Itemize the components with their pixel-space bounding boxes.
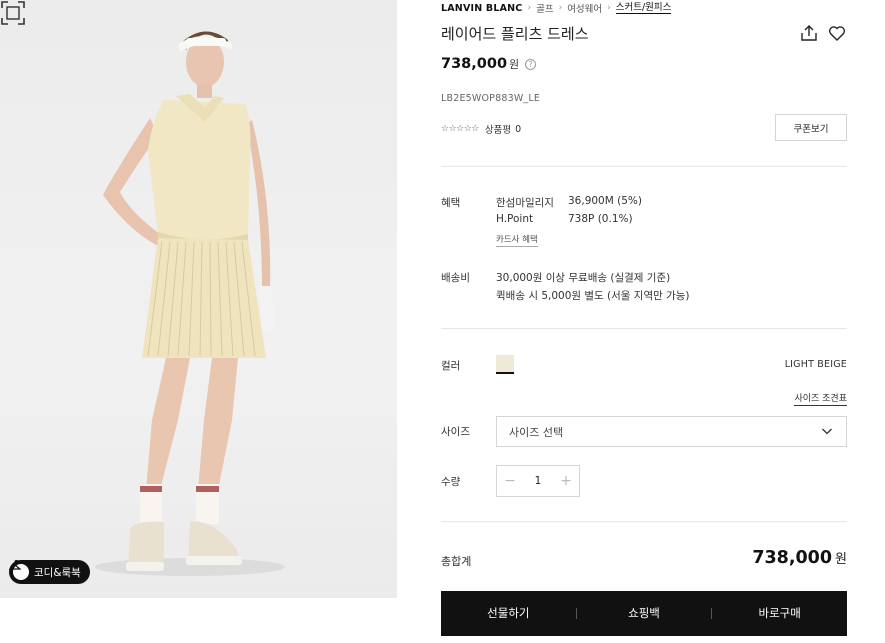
product-code: LB2E5WOP883W_LE xyxy=(441,93,541,104)
price-value: 738,000 xyxy=(441,56,508,72)
buy-now-button[interactable]: 바로구매 xyxy=(712,591,847,636)
card-benefit-link[interactable]: 카드사 혜택 xyxy=(496,235,538,247)
shipping-label: 배송비 xyxy=(441,272,470,284)
quantity-value[interactable]: 1 xyxy=(523,475,553,487)
product-image: 코디&룩북 xyxy=(0,0,397,598)
total-price: 738,000 원 xyxy=(752,548,847,568)
divider xyxy=(441,166,847,167)
quantity-decrease-button[interactable]: − xyxy=(497,466,523,496)
quantity-label: 수량 xyxy=(441,476,461,488)
size-label: 사이즈 xyxy=(441,426,470,438)
benefit-hpoint-name: H.Point xyxy=(496,213,534,225)
shipping-free-text: 30,000원 이상 무료배송 (실결제 기준) xyxy=(496,272,671,284)
color-name: LIGHT BEIGE xyxy=(784,359,847,370)
heart-icon[interactable] xyxy=(828,25,846,42)
total-label: 총합계 xyxy=(441,555,472,568)
model-illustration xyxy=(95,31,285,576)
breadcrumb-skirt-dress[interactable]: 스커트/원피스 xyxy=(615,2,672,14)
product-rating: ☆☆☆☆☆ 상품평 0 xyxy=(441,122,521,137)
chevron-right-icon: › xyxy=(607,3,611,13)
benefits-label: 혜택 xyxy=(441,197,461,209)
color-swatch-light-beige[interactable] xyxy=(496,355,514,374)
size-select-placeholder: 사이즈 선택 xyxy=(509,425,564,439)
purchase-action-bar: 선물하기 쇼핑백 바로구매 xyxy=(441,591,847,636)
share-icon[interactable] xyxy=(800,24,818,42)
breadcrumb-golf[interactable]: 골프 xyxy=(536,1,553,15)
benefit-mileage-name: 한섬마일리지 xyxy=(496,197,554,209)
benefit-hpoint-value: 738P (0.1%) xyxy=(568,213,633,225)
total-unit: 원 xyxy=(835,552,847,567)
chevron-right-icon: › xyxy=(527,3,532,13)
benefit-mileage-value: 36,900M (5%) xyxy=(568,195,642,207)
gift-button[interactable]: 선물하기 xyxy=(441,591,576,636)
breadcrumb: LANVIN BLANC › 골프 › 여성웨어 › 스커트/원피스 xyxy=(441,1,672,15)
size-select[interactable]: 사이즈 선택 xyxy=(496,416,847,447)
product-info-panel: LANVIN BLANC › 골프 › 여성웨어 › 스커트/원피스 레이어드 … xyxy=(441,0,847,643)
coupon-button[interactable]: 쿠폰보기 xyxy=(775,114,847,141)
size-guide-link[interactable]: 사이즈 조견표 xyxy=(794,394,847,406)
quantity-increase-button[interactable]: + xyxy=(553,466,579,496)
shopping-bag-button[interactable]: 쇼핑백 xyxy=(577,591,712,636)
coordi-lookbook-button[interactable]: 코디&룩북 xyxy=(9,560,90,584)
product-title: 레이어드 플리츠 드레스 xyxy=(441,25,589,43)
color-label: 컬러 xyxy=(441,360,461,372)
chevron-down-icon xyxy=(822,428,832,435)
review-count[interactable]: 0 xyxy=(515,124,521,135)
divider xyxy=(441,328,847,329)
product-price: 738,000 원 ? xyxy=(441,56,537,72)
fullscreen-icon[interactable] xyxy=(0,0,26,26)
shipping-quick-text: 퀵배송 시 5,000원 별도 (서울 지역만 가능) xyxy=(496,290,690,302)
coordi-lookbook-label: 코디&룩북 xyxy=(34,566,81,579)
help-icon[interactable]: ? xyxy=(525,58,537,70)
review-label[interactable]: 상품평 xyxy=(485,122,511,136)
star-rating-icon: ☆☆☆☆☆ xyxy=(441,124,479,134)
chevron-right-icon: › xyxy=(558,3,563,13)
divider xyxy=(441,521,847,522)
breadcrumb-womens-wear[interactable]: 여성웨어 xyxy=(567,1,602,15)
quantity-stepper: − 1 + xyxy=(496,465,580,497)
breadcrumb-brand[interactable]: LANVIN BLANC xyxy=(441,3,522,14)
price-unit: 원 xyxy=(509,58,520,71)
total-value: 738,000 xyxy=(752,548,833,568)
hanger-icon xyxy=(9,560,29,580)
